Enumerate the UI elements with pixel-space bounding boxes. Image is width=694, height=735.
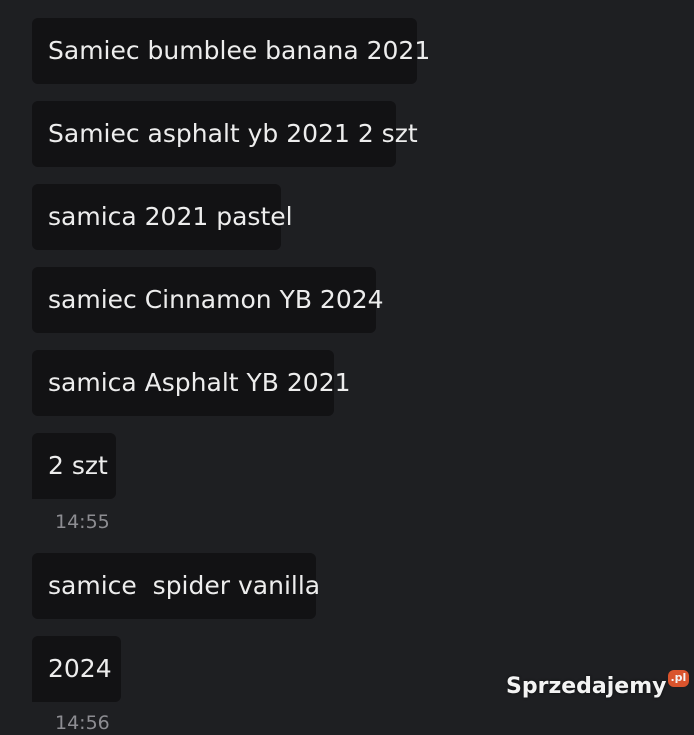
message-bubble[interactable]: samice spider vanilla <box>32 553 320 619</box>
watermark-text: Sprzedajemy <box>506 674 667 699</box>
message-bubble[interactable]: samiec Cinnamon YB 2024 <box>32 267 384 333</box>
message-bubble[interactable]: 2 szt <box>32 433 116 499</box>
chat-message-list[interactable]: Samiec bumblee banana 2021 Samiec asphal… <box>0 0 694 734</box>
watermark-badge: .pl <box>667 670 690 687</box>
message-bubble[interactable]: 2024 <box>32 636 121 702</box>
message-timestamp: 14:56 <box>55 712 110 734</box>
message-timestamp: 14:55 <box>55 511 110 533</box>
message-bubble[interactable]: samica Asphalt YB 2021 <box>32 350 351 416</box>
message-bubble[interactable]: Samiec bumblee banana 2021 <box>32 18 430 84</box>
sprzedajemy-watermark: Sprzedajemy .pl <box>506 670 690 710</box>
message-bubble[interactable]: Samiec asphalt yb 2021 2 szt <box>32 101 418 167</box>
message-bubble[interactable]: samica 2021 pastel <box>32 184 293 250</box>
